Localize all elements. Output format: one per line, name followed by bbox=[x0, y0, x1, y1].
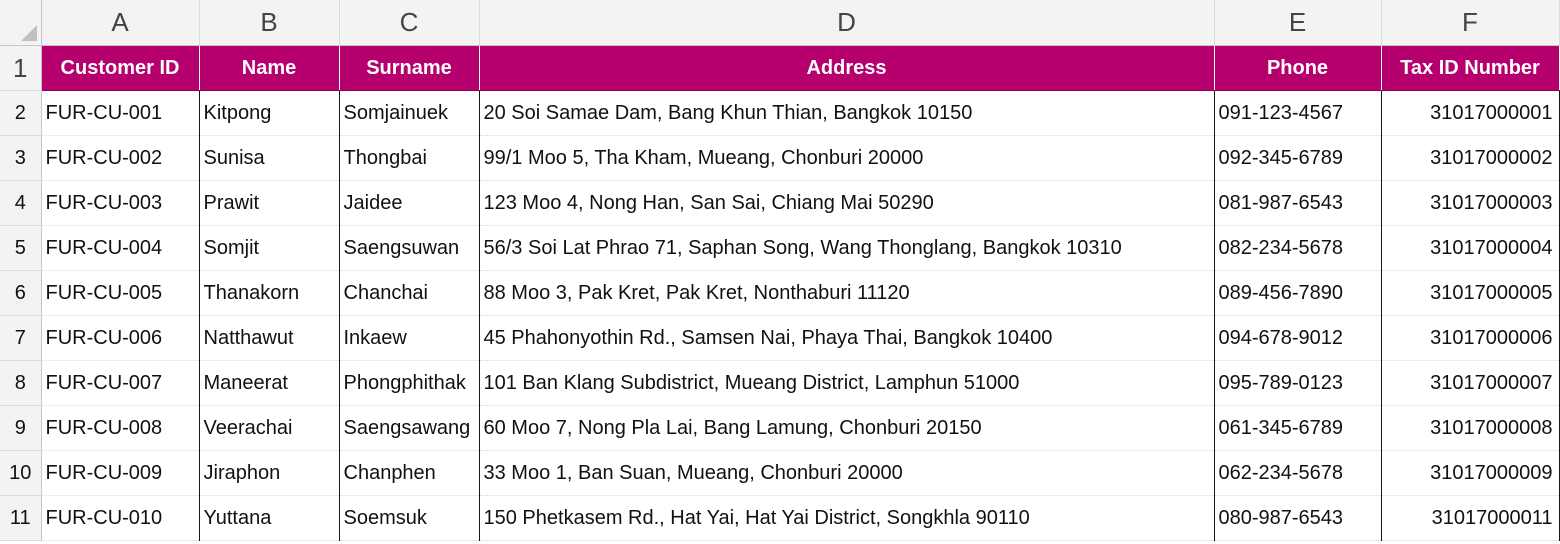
table-row: 2 FUR-CU-001 Kitpong Somjainuek 20 Soi Samae… bbox=[0, 90, 1560, 136]
cell-phone[interactable]: 092-345-6789 bbox=[1214, 135, 1382, 181]
row-number[interactable]: 2 bbox=[0, 90, 42, 136]
cell-name[interactable]: Thanakorn bbox=[199, 270, 340, 316]
cell-name[interactable]: Veerachai bbox=[199, 405, 340, 451]
spreadsheet-grid: A B C D E F 1 Customer ID Name Surname A… bbox=[0, 0, 1560, 541]
cell-name[interactable]: Natthawut bbox=[199, 315, 340, 361]
cell-address[interactable]: 45 Phahonyothin Rd., Samsen Nai, Phaya T… bbox=[479, 315, 1215, 361]
cell-phone[interactable]: 080-987-6543 bbox=[1214, 495, 1382, 541]
cell-tax-id[interactable]: 31017000007 bbox=[1381, 360, 1560, 406]
cell-address[interactable]: 60 Moo 7, Nong Pla Lai, Bang Lamung, Cho… bbox=[479, 405, 1215, 451]
cell-customer-id[interactable]: FUR-CU-009 bbox=[41, 450, 200, 496]
row-number[interactable]: 1 bbox=[0, 45, 42, 91]
cell-customer-id[interactable]: FUR-CU-005 bbox=[41, 270, 200, 316]
cell-tax-id[interactable]: 31017000008 bbox=[1381, 405, 1560, 451]
table-row: 5 FUR-CU-004 Somjit Saengsuwan 56/3 Soi Lat … bbox=[0, 225, 1560, 271]
cell-phone[interactable]: 082-234-5678 bbox=[1214, 225, 1382, 271]
cell-customer-id[interactable]: FUR-CU-010 bbox=[41, 495, 200, 541]
table-row: 9 FUR-CU-008 Veerachai Saengsawang 60 Moo 7,… bbox=[0, 405, 1560, 451]
row-number[interactable]: 3 bbox=[0, 135, 42, 181]
cell-tax-id[interactable]: 31017000005 bbox=[1381, 270, 1560, 316]
row-number[interactable]: 9 bbox=[0, 405, 42, 451]
cell-customer-id[interactable]: FUR-CU-001 bbox=[41, 90, 200, 136]
cell-phone[interactable]: 094-678-9012 bbox=[1214, 315, 1382, 361]
table-row: 7 FUR-CU-006 Natthawut Inkaew 45 Phahonyothi… bbox=[0, 315, 1560, 361]
table-row: 4 FUR-CU-003 Prawit Jaidee 123 Moo 4, Nong H… bbox=[0, 180, 1560, 226]
row-number[interactable]: 10 bbox=[0, 450, 42, 496]
cell-name[interactable]: Prawit bbox=[199, 180, 340, 226]
cell-customer-id[interactable]: FUR-CU-002 bbox=[41, 135, 200, 181]
header-tax-id[interactable]: Tax ID Number bbox=[1381, 45, 1560, 91]
table-row: 3 FUR-CU-002 Sunisa Thongbai 99/1 Moo 5, Tha… bbox=[0, 135, 1560, 181]
row-number[interactable]: 11 bbox=[0, 495, 42, 541]
cell-phone[interactable]: 081-987-6543 bbox=[1214, 180, 1382, 226]
cell-address[interactable]: 123 Moo 4, Nong Han, San Sai, Chiang Mai… bbox=[479, 180, 1215, 226]
table-row: 11 FUR-CU-010 Yuttana Soemsuk 150 Phetkasem … bbox=[0, 495, 1560, 541]
cell-phone[interactable]: 089-456-7890 bbox=[1214, 270, 1382, 316]
cell-customer-id[interactable]: FUR-CU-006 bbox=[41, 315, 200, 361]
cell-tax-id[interactable]: 31017000006 bbox=[1381, 315, 1560, 361]
cell-tax-id[interactable]: 31017000001 bbox=[1381, 90, 1560, 136]
select-all-corner[interactable] bbox=[0, 0, 42, 46]
cell-phone[interactable]: 061-345-6789 bbox=[1214, 405, 1382, 451]
cell-customer-id[interactable]: FUR-CU-008 bbox=[41, 405, 200, 451]
cell-address[interactable]: 20 Soi Samae Dam, Bang Khun Thian, Bangk… bbox=[479, 90, 1215, 136]
row-number[interactable]: 8 bbox=[0, 360, 42, 406]
cell-name[interactable]: Jiraphon bbox=[199, 450, 340, 496]
cell-tax-id[interactable]: 31017000002 bbox=[1381, 135, 1560, 181]
cell-surname[interactable]: Chanphen bbox=[339, 450, 480, 496]
table-row: 10 FUR-CU-009 Jiraphon Chanphen 33 Moo 1, Ba… bbox=[0, 450, 1560, 496]
cell-tax-id[interactable]: 31017000009 bbox=[1381, 450, 1560, 496]
table-row: 8 FUR-CU-007 Maneerat Phongphithak 101 Ban K… bbox=[0, 360, 1560, 406]
row-number[interactable]: 6 bbox=[0, 270, 42, 316]
cell-address[interactable]: 56/3 Soi Lat Phrao 71, Saphan Song, Wang… bbox=[479, 225, 1215, 271]
cell-name[interactable]: Somjit bbox=[199, 225, 340, 271]
cell-surname[interactable]: Saengsuwan bbox=[339, 225, 480, 271]
table-row: 6 FUR-CU-005 Thanakorn Chanchai 88 Moo 3, Pa… bbox=[0, 270, 1560, 316]
column-header-f[interactable]: F bbox=[1381, 0, 1560, 46]
cell-tax-id[interactable]: 31017000011 bbox=[1381, 495, 1560, 541]
cell-tax-id[interactable]: 31017000003 bbox=[1381, 180, 1560, 226]
cell-surname[interactable]: Phongphithak bbox=[339, 360, 480, 406]
cell-name[interactable]: Yuttana bbox=[199, 495, 340, 541]
header-phone[interactable]: Phone bbox=[1214, 45, 1382, 91]
header-address[interactable]: Address bbox=[479, 45, 1215, 91]
select-all-triangle-icon bbox=[20, 25, 37, 41]
cell-surname[interactable]: Somjainuek bbox=[339, 90, 480, 136]
column-header-b[interactable]: B bbox=[199, 0, 340, 46]
cell-customer-id[interactable]: FUR-CU-007 bbox=[41, 360, 200, 406]
cell-address[interactable]: 150 Phetkasem Rd., Hat Yai, Hat Yai Dist… bbox=[479, 495, 1215, 541]
header-name[interactable]: Name bbox=[199, 45, 340, 91]
cell-address[interactable]: 99/1 Moo 5, Tha Kham, Mueang, Chonburi 2… bbox=[479, 135, 1215, 181]
cell-tax-id[interactable]: 31017000004 bbox=[1381, 225, 1560, 271]
cell-name[interactable]: Kitpong bbox=[199, 90, 340, 136]
header-customer-id[interactable]: Customer ID bbox=[41, 45, 200, 91]
cell-name[interactable]: Maneerat bbox=[199, 360, 340, 406]
cell-customer-id[interactable]: FUR-CU-003 bbox=[41, 180, 200, 226]
cell-surname[interactable]: Thongbai bbox=[339, 135, 480, 181]
cell-phone[interactable]: 095-789-0123 bbox=[1214, 360, 1382, 406]
row-number[interactable]: 5 bbox=[0, 225, 42, 271]
column-header-row: A B C D E F bbox=[0, 0, 1560, 46]
cell-surname[interactable]: Chanchai bbox=[339, 270, 480, 316]
cell-surname[interactable]: Soemsuk bbox=[339, 495, 480, 541]
cell-surname[interactable]: Jaidee bbox=[339, 180, 480, 226]
table-header-row: 1 Customer ID Name Surname Address Phone… bbox=[0, 45, 1560, 91]
cell-name[interactable]: Sunisa bbox=[199, 135, 340, 181]
cell-address[interactable]: 101 Ban Klang Subdistrict, Mueang Distri… bbox=[479, 360, 1215, 406]
column-header-d[interactable]: D bbox=[479, 0, 1215, 46]
cell-address[interactable]: 33 Moo 1, Ban Suan, Mueang, Chonburi 200… bbox=[479, 450, 1215, 496]
row-number[interactable]: 4 bbox=[0, 180, 42, 226]
cell-customer-id[interactable]: FUR-CU-004 bbox=[41, 225, 200, 271]
cell-phone[interactable]: 062-234-5678 bbox=[1214, 450, 1382, 496]
header-surname[interactable]: Surname bbox=[339, 45, 480, 91]
column-header-a[interactable]: A bbox=[41, 0, 200, 46]
cell-phone[interactable]: 091-123-4567 bbox=[1214, 90, 1382, 136]
cell-surname[interactable]: Inkaew bbox=[339, 315, 480, 361]
cell-surname[interactable]: Saengsawang bbox=[339, 405, 480, 451]
cell-address[interactable]: 88 Moo 3, Pak Kret, Pak Kret, Nonthaburi… bbox=[479, 270, 1215, 316]
column-header-e[interactable]: E bbox=[1214, 0, 1382, 46]
column-header-c[interactable]: C bbox=[339, 0, 480, 46]
row-number[interactable]: 7 bbox=[0, 315, 42, 361]
